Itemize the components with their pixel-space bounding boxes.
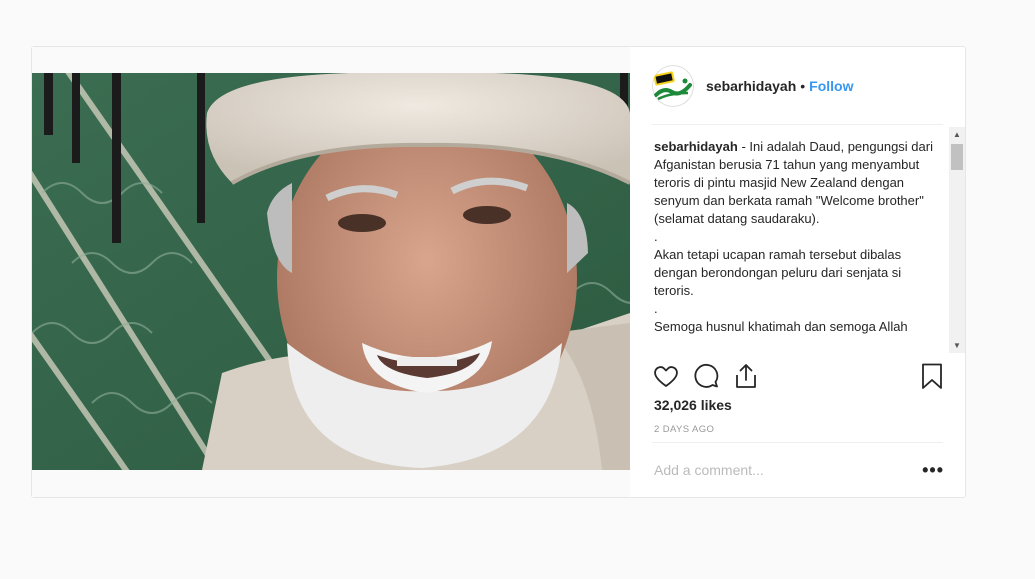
post-timestamp[interactable]: 2 DAYS AGO xyxy=(654,424,714,435)
sebarhidayah-logo-icon xyxy=(652,65,694,107)
post-photo[interactable] xyxy=(32,73,630,470)
share-icon xyxy=(736,364,756,388)
post-card: sebarhidayah • Follow sebarhidayah - Ini… xyxy=(31,46,966,498)
post-media xyxy=(32,47,630,497)
bookmark-icon xyxy=(922,363,942,389)
separator-dot: • xyxy=(800,78,806,94)
comment-icon xyxy=(694,363,719,388)
like-button[interactable] xyxy=(652,362,680,390)
scroll-up-arrow-icon[interactable]: ▲ xyxy=(949,127,965,142)
comment-form: ••• xyxy=(652,451,944,489)
action-bar xyxy=(652,362,944,390)
more-options-icon[interactable]: ••• xyxy=(922,461,944,479)
heart-icon xyxy=(654,366,678,387)
caption-line: Semoga husnul khatimah dan semoga Allah xyxy=(654,319,908,334)
caption-line: . xyxy=(654,229,658,244)
caption-first-paragraph: sebarhidayah - Ini adalah Daud, pengungs… xyxy=(654,139,933,226)
comment-button[interactable] xyxy=(692,362,720,390)
caption-scrollbar[interactable]: ▲ ▼ xyxy=(949,127,965,353)
likes-count[interactable]: 32,026 likes xyxy=(654,397,732,413)
caption-username[interactable]: sebarhidayah xyxy=(654,139,738,154)
header-divider xyxy=(652,124,943,125)
caption-line: . xyxy=(654,301,658,316)
avatar[interactable] xyxy=(652,65,694,107)
caption-line: Akan tetapi ucapan ramah tersebut dibala… xyxy=(654,247,902,298)
caption-scroll-area[interactable]: sebarhidayah - Ini adalah Daud, pengungs… xyxy=(654,126,965,352)
post-header: sebarhidayah • Follow xyxy=(630,47,965,125)
post-sidebar: sebarhidayah • Follow sebarhidayah - Ini… xyxy=(630,47,965,497)
share-button[interactable] xyxy=(732,362,760,390)
scroll-down-arrow-icon[interactable]: ▼ xyxy=(949,338,965,353)
follow-button[interactable]: Follow xyxy=(809,78,853,94)
scroll-thumb[interactable] xyxy=(951,144,963,170)
comment-input[interactable] xyxy=(652,462,922,478)
caption: sebarhidayah - Ini adalah Daud, pengungs… xyxy=(654,138,944,336)
save-button[interactable] xyxy=(918,362,946,390)
username-link[interactable]: sebarhidayah xyxy=(706,78,796,94)
comment-divider xyxy=(652,442,943,443)
